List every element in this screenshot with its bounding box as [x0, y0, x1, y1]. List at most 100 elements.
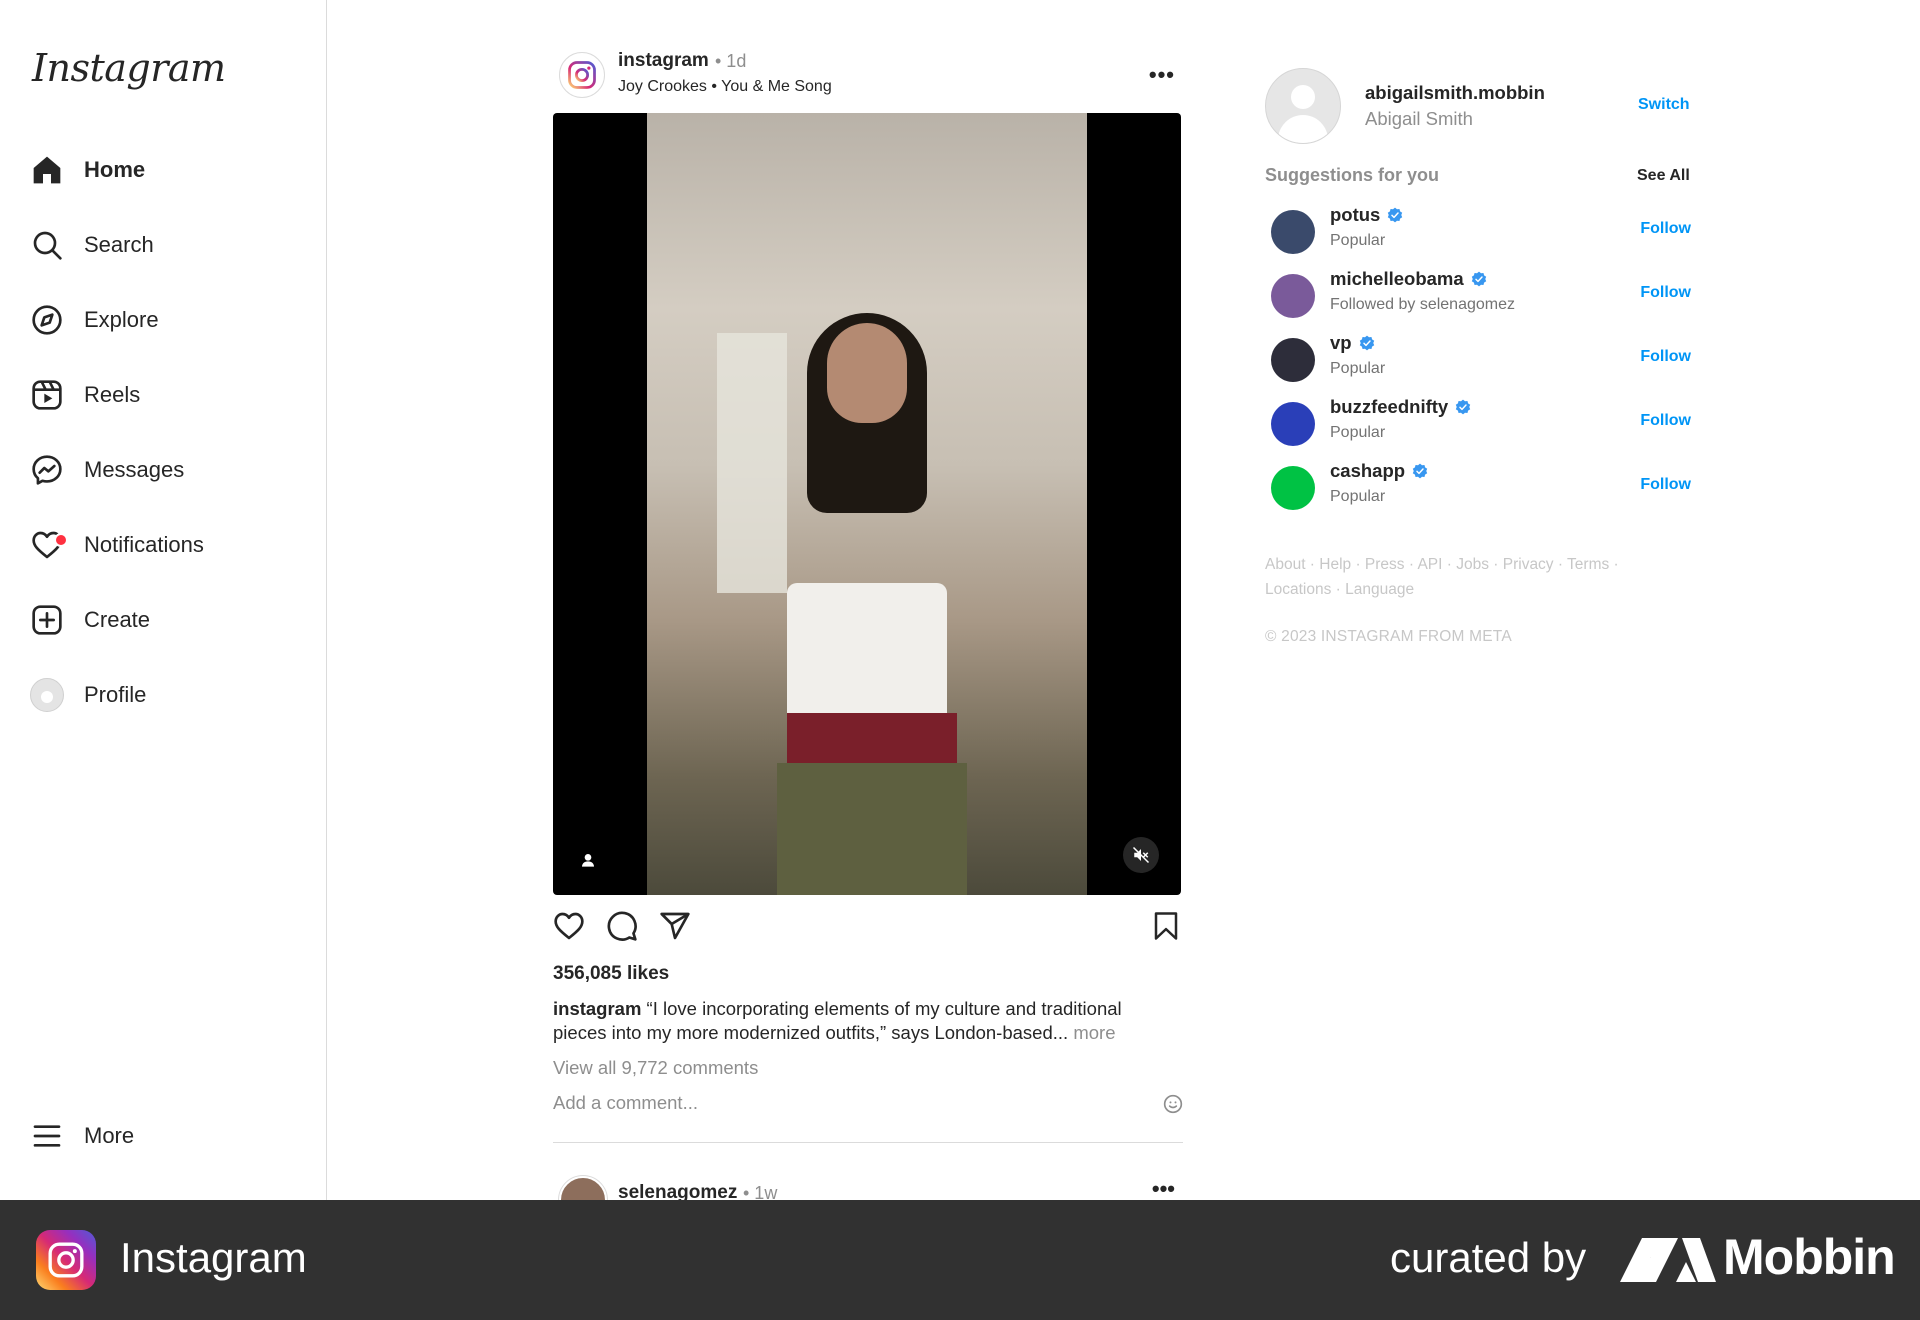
suggestion-subtitle: Popular [1330, 424, 1386, 441]
reels-icon [30, 378, 64, 412]
see-all-suggestions-link[interactable]: See All [1637, 167, 1690, 185]
next-post-avatar[interactable] [559, 1176, 607, 1200]
mute-button[interactable] [1123, 837, 1159, 873]
suggestion-avatar[interactable] [1271, 466, 1315, 510]
nav-profile[interactable]: Profile [30, 671, 300, 719]
switch-account-button[interactable]: Switch [1638, 96, 1690, 114]
more-icon [30, 1119, 64, 1153]
heart-icon [30, 528, 68, 562]
user-tag-icon[interactable] [573, 845, 603, 875]
suggestion-item: cashapp Popular Follow [1265, 460, 1693, 520]
video-subject [767, 283, 967, 895]
verified-icon [1456, 399, 1471, 415]
video-frame [647, 113, 1087, 895]
nav-explore-label: Explore [84, 307, 159, 332]
suggestion-avatar[interactable] [1271, 210, 1315, 254]
notification-dot [54, 533, 68, 547]
like-count[interactable]: 356,085 likes [553, 963, 669, 985]
suggestion-username-row[interactable]: michelleobama [1330, 268, 1487, 290]
nav-notifications[interactable]: Notifications [30, 521, 300, 569]
heart-icon [554, 912, 584, 940]
suggestion-username-row[interactable]: vp [1330, 332, 1375, 354]
next-post-username[interactable]: selenagomez [618, 1182, 737, 1200]
next-post-options-button[interactable]: ••• [1152, 1176, 1175, 1200]
suggestion-username: potus [1330, 204, 1381, 225]
sidebar: Instagram Home Search Explore Reels Mess… [0, 0, 327, 1200]
copyright: © 2023 INSTAGRAM FROM META [1265, 628, 1512, 645]
instagram-logo[interactable]: Instagram [32, 46, 226, 90]
suggestion-item: buzzfeednifty Popular Follow [1265, 396, 1693, 456]
comment-input[interactable] [553, 1092, 1113, 1114]
nav-messages[interactable]: Messages [30, 446, 300, 494]
caption-more-link[interactable]: more [1068, 1022, 1115, 1043]
footer-links-line-2[interactable]: Locations · Language [1265, 577, 1685, 602]
comment-button[interactable] [606, 910, 640, 944]
suggestion-item: potus Popular Follow [1265, 204, 1693, 264]
post-options-button[interactable]: ••• [1149, 62, 1175, 88]
follow-button[interactable]: Follow [1640, 284, 1691, 302]
verified-icon [1471, 271, 1486, 287]
mobbin-wordmark: Mobbin [1723, 1229, 1896, 1285]
current-user-username[interactable]: abigailsmith.mobbin [1365, 82, 1545, 104]
post-divider [553, 1142, 1183, 1143]
messages-icon [30, 453, 64, 487]
follow-button[interactable]: Follow [1640, 476, 1691, 494]
footer-links: About · Help · Press · API · Jobs · Priv… [1265, 552, 1685, 602]
save-button[interactable] [1151, 910, 1185, 944]
verified-icon [1388, 207, 1403, 223]
post-header: instagram • 1d Joy Crookes • You & Me So… [553, 50, 1183, 110]
add-comment-row [553, 1092, 1183, 1118]
nav-notifications-label: Notifications [84, 532, 204, 557]
search-icon [30, 228, 64, 262]
view-comments-link[interactable]: View all 9,772 comments [553, 1057, 758, 1079]
share-icon [660, 912, 690, 940]
nav-explore[interactable]: Explore [30, 296, 300, 344]
current-user-avatar[interactable] [1265, 68, 1341, 144]
post-audio-track[interactable]: Joy Crookes • You & Me Song [618, 78, 832, 96]
suggestion-avatar[interactable] [1271, 338, 1315, 382]
suggestion-username: michelleobama [1330, 268, 1464, 289]
follow-button[interactable]: Follow [1640, 348, 1691, 366]
suggestion-username-row[interactable]: potus [1330, 204, 1403, 226]
post-caption: instagram “I love incorporating elements… [553, 997, 1173, 1045]
suggestion-item: michelleobama Followed by selenagomez Foll… [1265, 268, 1693, 328]
instagram-app-icon [36, 1230, 96, 1290]
nav-reels[interactable]: Reels [30, 371, 300, 419]
mobbin-logo-icon [1620, 1238, 1716, 1282]
bookmark-icon [1154, 912, 1178, 940]
nav-more-label: More [84, 1123, 135, 1148]
nav-home[interactable]: Home [30, 146, 300, 194]
nav-reels-label: Reels [84, 382, 141, 407]
caption-username[interactable]: instagram [553, 998, 641, 1019]
current-user-fullname: Abigail Smith [1365, 108, 1473, 129]
suggestion-subtitle: Popular [1330, 488, 1386, 505]
post-author-username[interactable]: instagram [618, 50, 709, 72]
emoji-icon[interactable] [1163, 1094, 1183, 1114]
nav-home-label: Home [84, 157, 146, 182]
follow-button[interactable]: Follow [1640, 412, 1691, 430]
suggestion-username: buzzfeednifty [1330, 396, 1449, 417]
explore-icon [30, 303, 64, 337]
suggestion-username-row[interactable]: buzzfeednifty [1330, 396, 1471, 418]
suggestion-avatar[interactable] [1271, 274, 1315, 318]
share-button[interactable] [659, 910, 693, 944]
suggestion-avatar[interactable] [1271, 402, 1315, 446]
footer-links-line-1[interactable]: About · Help · Press · API · Jobs · Priv… [1265, 552, 1685, 577]
suggestions-title: Suggestions for you [1265, 165, 1440, 185]
post-video[interactable] [553, 113, 1181, 895]
brand-bar: Instagram curated by Mobbin [0, 1200, 1920, 1320]
brand-app-name: Instagram [120, 1234, 307, 1281]
suggestion-subtitle: Popular [1330, 232, 1386, 249]
post-author-avatar[interactable] [559, 52, 605, 98]
create-icon [30, 603, 64, 637]
like-button[interactable] [553, 910, 587, 944]
nav-more[interactable]: More [30, 1112, 300, 1160]
nav-search[interactable]: Search [30, 221, 300, 269]
suggestion-username-row[interactable]: cashapp [1330, 460, 1428, 482]
nav-create[interactable]: Create [30, 596, 300, 644]
next-post-header: selenagomez • 1w ••• [553, 1172, 1183, 1200]
mute-icon [1132, 846, 1150, 864]
nav-create-label: Create [84, 607, 151, 632]
follow-button[interactable]: Follow [1640, 220, 1691, 238]
profile-avatar-icon [30, 678, 64, 712]
